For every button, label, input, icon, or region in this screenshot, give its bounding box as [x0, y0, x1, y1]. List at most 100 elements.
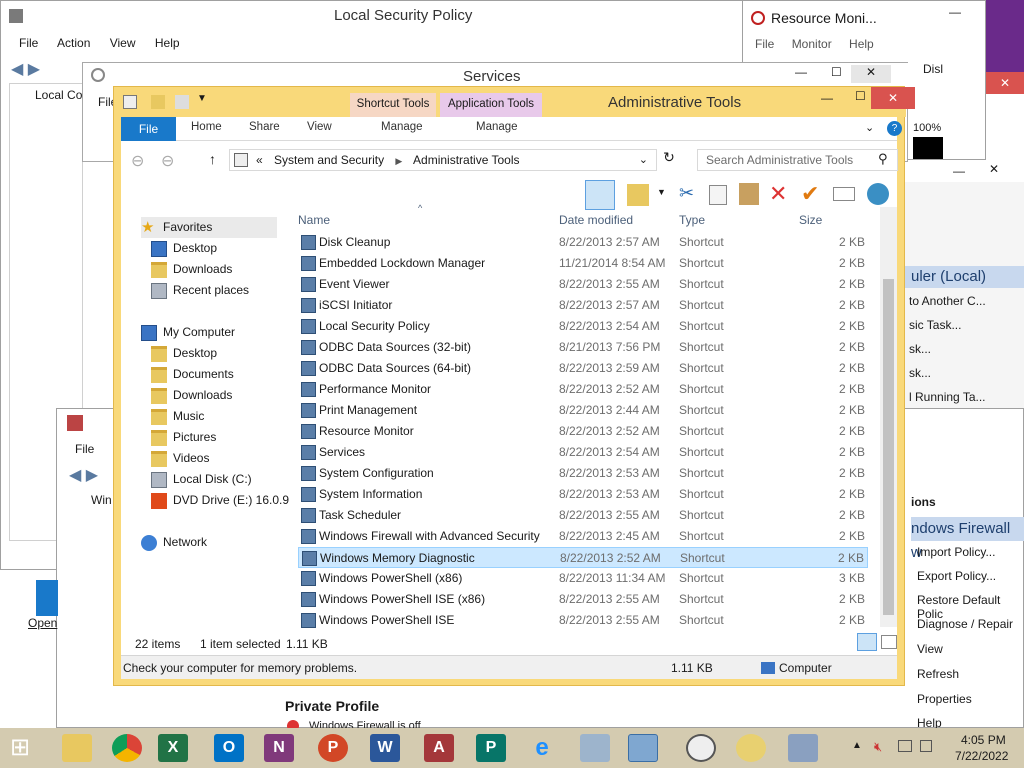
address-dropdown-icon[interactable]: ⌄	[639, 150, 648, 170]
rm-menu-help[interactable]: Help	[849, 37, 874, 51]
help-icon[interactable]: ?	[887, 121, 902, 136]
tray-overflow-icon[interactable]: ▲	[852, 740, 862, 751]
nav-my-computer[interactable]: My Computer	[141, 322, 235, 343]
nav-pc-documents[interactable]: Documents	[151, 364, 234, 385]
ie-icon[interactable]: e	[527, 734, 557, 762]
nav-fav-desktop[interactable]: Desktop	[151, 238, 217, 259]
nav-network[interactable]: Network	[141, 532, 207, 553]
control-panel-icon[interactable]	[628, 734, 658, 762]
tab-share[interactable]: Share	[249, 121, 280, 133]
tab-home[interactable]: Home	[191, 121, 222, 133]
administrative-tools-window[interactable]: ▼ Shortcut Tools Application Tools Admin…	[113, 86, 915, 686]
tools-icon[interactable]	[736, 734, 766, 762]
breadcrumb-prefix[interactable]: «	[256, 153, 263, 167]
file-row[interactable]: Print Management 8/22/2013 2:44 AM Shortcu…	[298, 400, 868, 421]
access-icon[interactable]: A	[424, 734, 454, 762]
vertical-scrollbar[interactable]	[880, 207, 897, 627]
tab-manage-shortcut[interactable]: Manage	[371, 121, 433, 133]
copy-icon[interactable]	[709, 185, 727, 205]
firewall-tree-item[interactable]: Win	[91, 493, 112, 507]
explorer-maximize[interactable]: ☐	[855, 89, 866, 103]
refresh-button[interactable]: ↻	[659, 149, 679, 171]
firewall-action-import[interactable]: Import Policy...	[917, 545, 995, 559]
file-row[interactable]: Disk Cleanup 8/22/2013 2:57 AM Shortcut 2 K…	[298, 232, 868, 253]
nav-pc-pictures[interactable]: Pictures	[151, 427, 216, 448]
explorer-minimize[interactable]: —	[821, 91, 833, 105]
firewall-action-export[interactable]: Export Policy...	[917, 569, 996, 583]
checkmark-icon[interactable]: ✔	[801, 181, 819, 207]
rename-icon[interactable]	[833, 187, 855, 201]
lsp-tree-item[interactable]: Local Co	[35, 88, 82, 102]
details-pane-icon[interactable]	[585, 180, 615, 210]
powerpoint-icon[interactable]: P	[318, 734, 348, 762]
firewall-action-diagnose[interactable]: Diagnose / Repair	[917, 617, 1013, 631]
dropdown-icon[interactable]: ▼	[657, 187, 666, 197]
word-icon[interactable]: W	[370, 734, 400, 762]
chrome-icon[interactable]	[112, 734, 142, 762]
address-bar[interactable]: « System and Security ▶ Administrative T…	[229, 149, 657, 171]
file-row[interactable]: Services 8/22/2013 2:54 AM Shortcut 2 KB	[298, 442, 868, 463]
firewall-action-properties[interactable]: Properties	[917, 692, 972, 706]
rm-menu-monitor[interactable]: Monitor	[792, 37, 832, 51]
file-row[interactable]: Resource Monitor 8/22/2013 2:52 AM Shortcu…	[298, 421, 868, 442]
firewall-action-view[interactable]: View	[917, 642, 943, 656]
breadcrumb-system-security[interactable]: System and Security	[274, 153, 384, 167]
file-row[interactable]: Windows PowerShell ISE 8/22/2013 2:55 AM S…	[298, 610, 868, 631]
ts-minimize[interactable]: —	[953, 164, 965, 178]
clock-date[interactable]: 7/22/2022	[955, 749, 1008, 763]
breadcrumb-admin-tools[interactable]: Administrative Tools	[413, 153, 520, 167]
ts-action-4[interactable]: sk...	[909, 366, 931, 380]
file-row[interactable]: Windows Memory Diagnostic 8/22/2013 2:52 …	[298, 547, 868, 568]
nav-fav-downloads[interactable]: Downloads	[151, 259, 232, 280]
network-status-icon[interactable]	[898, 740, 912, 752]
details-view-button[interactable]	[857, 633, 877, 651]
file-row[interactable]: Performance Monitor 8/22/2013 2:52 AM Shor…	[298, 379, 868, 400]
ts-action-2[interactable]: sic Task...	[909, 318, 961, 332]
services-maximize[interactable]: ☐	[831, 65, 842, 79]
nav-pc-music[interactable]: Music	[151, 406, 204, 427]
qat-properties-icon[interactable]	[123, 95, 137, 109]
file-row[interactable]: Windows PowerShell ISE (x86) 8/22/2013 2:…	[298, 589, 868, 610]
qat-new-folder-icon[interactable]	[151, 95, 165, 109]
network-tool-icon[interactable]	[788, 734, 818, 762]
services-minimize[interactable]: —	[795, 65, 807, 79]
file-row[interactable]: iSCSI Initiator 8/22/2013 2:57 AM Shortcut…	[298, 295, 868, 316]
column-name[interactable]: Name	[298, 213, 330, 227]
clock-time[interactable]: 4:05 PM	[961, 733, 1006, 747]
file-row[interactable]: Windows PowerShell (x86) 8/22/2013 11:34 …	[298, 568, 868, 589]
column-date[interactable]: Date modified	[559, 213, 633, 227]
lsp-menu-view[interactable]: View	[110, 36, 136, 50]
resource-monitor-minimize[interactable]: —	[949, 5, 961, 19]
nav-dvd-drive[interactable]: DVD Drive (E:) 16.0.9	[151, 490, 289, 511]
tab-manage-application[interactable]: Manage	[466, 121, 528, 133]
services-close[interactable]: ✕	[851, 65, 891, 83]
firewall-open-label[interactable]: Open	[28, 616, 57, 630]
firewall-close-button[interactable]: ✕	[986, 72, 1024, 94]
ts-action-1[interactable]: to Another C...	[909, 294, 986, 308]
nav-pc-downloads[interactable]: Downloads	[151, 385, 232, 406]
lsp-menu-action[interactable]: Action	[57, 36, 90, 50]
ts-close[interactable]: ✕	[989, 162, 999, 176]
nav-pc-desktop[interactable]: Desktop	[151, 343, 217, 364]
scanner-icon[interactable]	[580, 734, 610, 762]
nav-local-disk[interactable]: Local Disk (C:)	[151, 469, 252, 490]
publisher-icon[interactable]: P	[476, 734, 506, 762]
task-scheduler-window[interactable]: — ✕ uler (Local) to Another C... sic Tas…	[905, 160, 1024, 410]
ribbon-expand-icon[interactable]: ⌄	[865, 121, 874, 134]
lsp-title-bar[interactable]: Local Security Policy	[1, 1, 744, 31]
tab-file[interactable]: File	[121, 117, 176, 141]
column-size[interactable]: Size	[799, 213, 822, 227]
onenote-icon[interactable]: N	[264, 734, 294, 762]
qat-dropdown-icon[interactable]: ▼	[197, 93, 207, 104]
file-row[interactable]: Local Security Policy 8/22/2013 2:54 AM Sh…	[298, 316, 868, 337]
nav-favorites[interactable]: ★ Favorites	[141, 217, 277, 238]
shell-icon[interactable]	[867, 183, 889, 205]
cut-icon[interactable]: ✂	[679, 183, 694, 204]
up-button[interactable]: ↑	[209, 151, 216, 167]
file-row[interactable]: ODBC Data Sources (32-bit) 8/21/2013 7:56…	[298, 337, 868, 358]
file-row[interactable]: System Information 8/22/2013 2:53 AM Short…	[298, 484, 868, 505]
file-row[interactable]: System Configuration 8/22/2013 2:53 AM Sho…	[298, 463, 868, 484]
explorer-icon[interactable]	[62, 734, 92, 762]
delete-icon[interactable]: ✕	[769, 181, 787, 207]
back-button[interactable]: ⊖	[131, 151, 144, 171]
